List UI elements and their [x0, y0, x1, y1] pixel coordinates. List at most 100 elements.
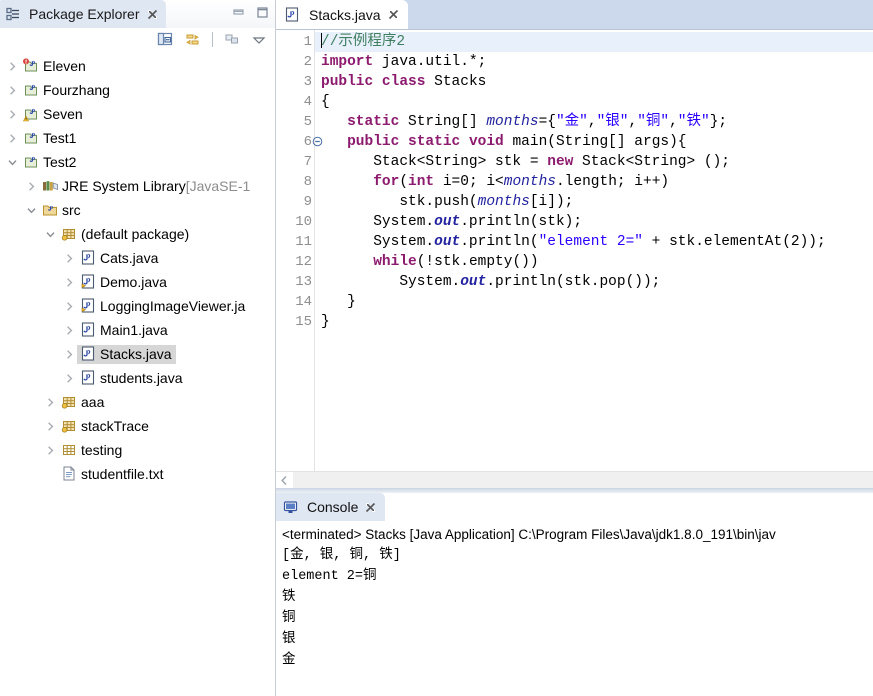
- chevron-right-icon[interactable]: [42, 421, 58, 432]
- tree-item-content[interactable]: Main1.java: [77, 321, 172, 340]
- tree-item-content[interactable]: src: [39, 201, 85, 220]
- package-explorer-tabrow: Package Explorer: [0, 0, 275, 28]
- collapse-all-icon[interactable]: [157, 31, 174, 48]
- line-number: 1: [303, 34, 312, 50]
- tree-item-content[interactable]: Fourzhang: [20, 81, 114, 100]
- chevron-right-icon[interactable]: [61, 301, 77, 312]
- tree-item-default-package[interactable]: (default package): [0, 222, 275, 246]
- tree-item-test1[interactable]: Test1: [0, 126, 275, 150]
- tree-item-content[interactable]: Demo.java: [77, 273, 171, 292]
- chevron-right-icon[interactable]: [61, 325, 77, 336]
- tree-item-eleven[interactable]: Eleven: [0, 54, 275, 78]
- tab-package-explorer[interactable]: Package Explorer: [0, 0, 166, 28]
- java-project-error-icon: [22, 57, 40, 74]
- tree-item-testing[interactable]: testing: [0, 438, 275, 462]
- close-icon[interactable]: [388, 9, 399, 20]
- code-line[interactable]: System.out.println(stk.pop());: [315, 272, 873, 292]
- code-line[interactable]: public class Stacks: [315, 72, 873, 92]
- tree-item-content[interactable]: aaa: [58, 393, 108, 412]
- tree-item-demo-java[interactable]: Demo.java: [0, 270, 275, 294]
- tree-item-stacktrace[interactable]: stackTrace: [0, 414, 275, 438]
- chevron-right-icon[interactable]: [4, 109, 20, 120]
- chevron-right-icon[interactable]: [61, 253, 77, 264]
- tree-item-content[interactable]: students.java: [77, 369, 187, 388]
- scroll-left-icon[interactable]: [276, 472, 293, 488]
- code-line[interactable]: static String[] months={"金","银","铜","铁"}…: [315, 112, 873, 132]
- chevron-down-icon[interactable]: [4, 157, 20, 168]
- tree-item-content[interactable]: Seven: [20, 105, 87, 124]
- tree-item-studentfile-txt[interactable]: studentfile.txt: [0, 462, 275, 486]
- tree-item-content[interactable]: stackTrace: [58, 417, 153, 436]
- console-output[interactable]: <terminated> Stacks [Java Application] C…: [276, 521, 873, 696]
- project-tree[interactable]: Eleven Fourzhang Seven Test1 Test2 JRE System…: [0, 54, 275, 696]
- tree-item-aaa[interactable]: aaa: [0, 390, 275, 414]
- code-line[interactable]: System.out.println("element 2=" + stk.el…: [315, 232, 873, 252]
- tree-item-loggingimageviewer-ja[interactable]: LoggingImageViewer.ja: [0, 294, 275, 318]
- chevron-right-icon[interactable]: [4, 85, 20, 96]
- minimize-icon[interactable]: [232, 6, 245, 19]
- code-line[interactable]: while(!stk.empty()): [315, 252, 873, 272]
- tree-item-content[interactable]: Test2: [20, 153, 80, 172]
- editor-body[interactable]: 1 2 3 4 5 6 7 8 9 10 11 12 13 14 15 //示例程序2 import java…: [276, 29, 873, 471]
- chevron-down-icon[interactable]: [23, 205, 39, 216]
- java-file-icon: [79, 346, 97, 361]
- code-line[interactable]: }: [315, 292, 873, 312]
- code-line[interactable]: }: [315, 312, 873, 332]
- tree-item-content[interactable]: Stacks.java: [77, 344, 176, 364]
- tree-item-content[interactable]: (default package): [58, 225, 193, 244]
- chevron-right-icon[interactable]: [61, 373, 77, 384]
- tree-item-stacks-java[interactable]: Stacks.java: [0, 342, 275, 366]
- tree-item-cats-java[interactable]: Cats.java: [0, 246, 275, 270]
- maximize-icon[interactable]: [256, 6, 269, 19]
- package-icon: [60, 394, 78, 410]
- chevron-down-icon[interactable]: [42, 229, 58, 240]
- chevron-right-icon[interactable]: [61, 349, 77, 360]
- tree-item-fourzhang[interactable]: Fourzhang: [0, 78, 275, 102]
- chevron-right-icon[interactable]: [23, 181, 39, 192]
- chevron-down-icon[interactable]: [251, 32, 267, 48]
- tree-item-label: Seven: [43, 105, 83, 122]
- tree-item-seven[interactable]: Seven: [0, 102, 275, 126]
- close-icon[interactable]: [147, 9, 158, 20]
- view-menu-icon[interactable]: [224, 31, 241, 48]
- code-line[interactable]: for(int i=0; i<months.length; i++): [315, 172, 873, 192]
- package-empty-icon: [60, 442, 78, 458]
- code-line[interactable]: {: [315, 92, 873, 112]
- tree-item-content[interactable]: JRE System Library [JavaSE-1: [39, 177, 254, 196]
- tree-item-content[interactable]: LoggingImageViewer.ja: [77, 297, 249, 316]
- tab-console[interactable]: Console: [276, 493, 386, 521]
- tree-item-test2[interactable]: Test2: [0, 150, 275, 174]
- chevron-right-icon[interactable]: [42, 445, 58, 456]
- code-line[interactable]: import java.util.*;: [315, 52, 873, 72]
- tree-item-jre-system-library[interactable]: JRE System Library [JavaSE-1: [0, 174, 275, 198]
- code-line[interactable]: stk.push(months[i]);: [315, 192, 873, 212]
- tab-stacks-java[interactable]: Stacks.java: [276, 0, 408, 29]
- line-number: 7: [303, 154, 312, 170]
- close-icon[interactable]: [365, 502, 376, 513]
- tree-item-content[interactable]: studentfile.txt: [58, 465, 168, 484]
- tree-item-label: Fourzhang: [43, 81, 110, 98]
- console-line: 银: [282, 632, 296, 647]
- line-number: 12: [295, 254, 312, 270]
- tree-item-content[interactable]: Eleven: [20, 57, 90, 76]
- chevron-right-icon[interactable]: [61, 277, 77, 288]
- editor-horizontal-scrollbar[interactable]: [276, 471, 873, 488]
- tree-item-src[interactable]: src: [0, 198, 275, 222]
- tree-item-students-java[interactable]: students.java: [0, 366, 275, 390]
- code-line[interactable]: public static void main(String[] args){: [315, 132, 873, 152]
- link-with-editor-icon[interactable]: [184, 31, 201, 48]
- code-line[interactable]: System.out.println(stk);: [315, 212, 873, 232]
- code-line[interactable]: //示例程序2: [315, 32, 873, 52]
- chevron-right-icon[interactable]: [4, 133, 20, 144]
- tree-item-content[interactable]: Cats.java: [77, 249, 162, 268]
- tree-item-content[interactable]: testing: [58, 441, 126, 460]
- chevron-right-icon[interactable]: [4, 61, 20, 72]
- tree-item-sublabel: [JavaSE-1: [185, 177, 251, 194]
- code-text-area[interactable]: //示例程序2 import java.util.*; public class S…: [315, 30, 873, 471]
- tree-item-main1-java[interactable]: Main1.java: [0, 318, 275, 342]
- chevron-right-icon[interactable]: [42, 397, 58, 408]
- tree-item-label: (default package): [81, 225, 190, 242]
- console-line: 铜: [282, 611, 296, 626]
- code-line[interactable]: Stack<String> stk = new Stack<String> ()…: [315, 152, 873, 172]
- tree-item-content[interactable]: Test1: [20, 129, 80, 148]
